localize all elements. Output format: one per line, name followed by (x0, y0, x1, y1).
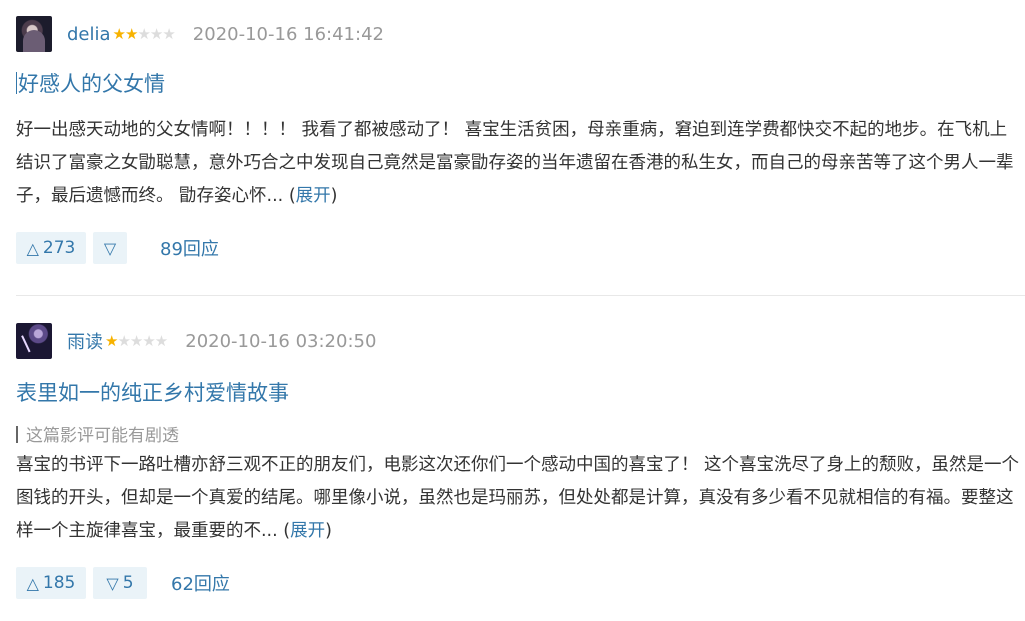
review-header: 雨读 ★★★★★ 2020-10-16 03:20:50 (16, 323, 376, 359)
upvote-button[interactable]: △ 273 (16, 232, 86, 264)
rating-stars: ★★★★★ (105, 332, 168, 350)
review-header: delia ★★★★★ 2020-10-16 16:41:42 (16, 16, 384, 52)
upvote-count: 185 (42, 573, 76, 593)
paren-close: ) (330, 186, 338, 206)
author-name[interactable]: delia (67, 24, 111, 45)
review-title-text[interactable]: 好感人的父女情 (18, 72, 165, 96)
paren-open: ( (283, 186, 296, 206)
review-time[interactable]: 2020-10-16 03:20:50 (185, 331, 376, 352)
rating-stars: ★★★★★ (112, 25, 176, 43)
text-cursor (16, 72, 17, 94)
upvote-count: 273 (42, 238, 76, 258)
review-title[interactable]: 好感人的父女情 (16, 68, 165, 98)
star-filled-icon: ★★ (112, 25, 139, 43)
divider (16, 295, 1025, 296)
review-body-text: 好一出感天动地的父女情啊！！！！ 我看了都被感动了！ 喜宝生活贫困，母亲重病，窘… (16, 120, 1014, 206)
review-body: 喜宝的书评下一路吐槽亦舒三观不正的朋友们，电影这次还你们一个感动中国的喜宝了！ … (16, 449, 1021, 548)
paren-open: ( (277, 521, 291, 541)
review-actions: △ 185 ▽ 5 62回应 (16, 567, 230, 599)
review-body: 好一出感天动地的父女情啊！！！！ 我看了都被感动了！ 喜宝生活贫困，母亲重病，窘… (16, 114, 1021, 213)
triangle-up-icon: △ (26, 238, 39, 258)
expand-link[interactable]: 展开 (290, 521, 325, 541)
reply-count-link[interactable]: 62回应 (171, 570, 230, 596)
review-body-text: 喜宝的书评下一路吐槽亦舒三观不正的朋友们，电影这次还你们一个感动中国的喜宝了！ … (16, 455, 1020, 541)
reply-count-link[interactable]: 89回应 (160, 235, 219, 261)
author-name[interactable]: 雨读 (67, 328, 103, 354)
review-actions: △ 273 ▽ 89回应 (16, 232, 219, 264)
spoiler-text: 这篇影评可能有剧透 (26, 426, 179, 446)
downvote-button[interactable]: ▽ (93, 232, 127, 264)
avatar[interactable] (16, 323, 52, 359)
triangle-down-icon: ▽ (106, 573, 119, 593)
review-title[interactable]: 表里如一的纯正乡村爱情故事 (16, 377, 289, 407)
triangle-down-icon: ▽ (103, 238, 117, 258)
downvote-button[interactable]: ▽ 5 (93, 567, 147, 599)
upvote-button[interactable]: △ 185 (16, 567, 86, 599)
expand-link[interactable]: 展开 (296, 186, 331, 206)
spoiler-bar (16, 426, 18, 443)
paren-close: ) (325, 521, 332, 541)
review-time[interactable]: 2020-10-16 16:41:42 (193, 24, 384, 45)
triangle-up-icon: △ (26, 573, 39, 593)
avatar[interactable] (16, 16, 52, 52)
star-empty-icon: ★★★★ (117, 332, 168, 350)
spoiler-warning: 这篇影评可能有剧透 (16, 421, 179, 446)
downvote-count: 5 (122, 573, 134, 593)
star-empty-icon: ★★★ (137, 25, 175, 43)
star-filled-icon: ★ (105, 332, 118, 350)
